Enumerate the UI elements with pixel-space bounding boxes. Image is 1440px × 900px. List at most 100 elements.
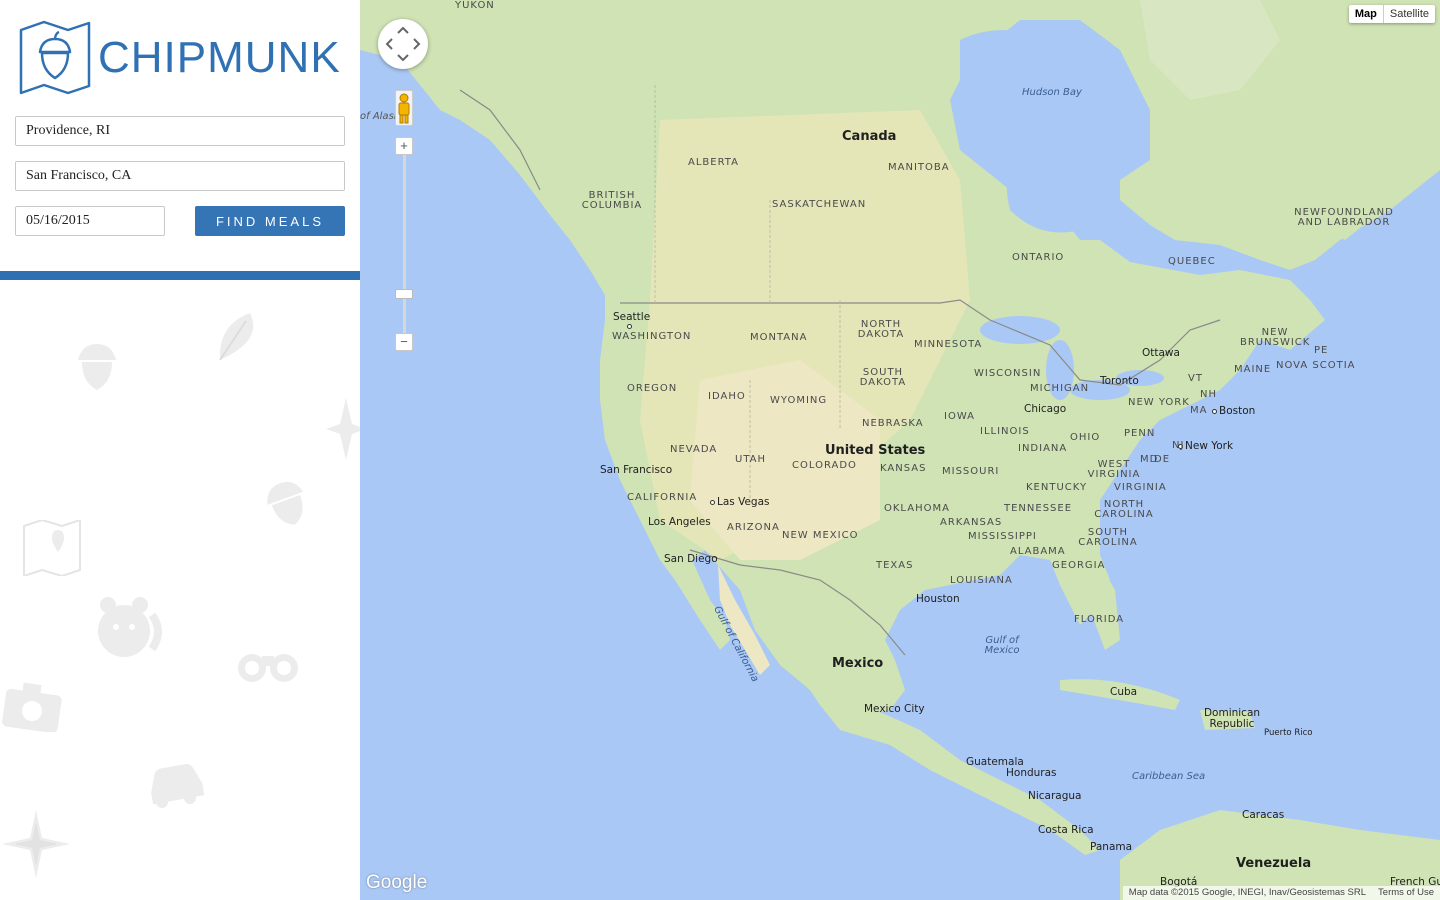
map-type-satellite-button[interactable]: Satellite [1384, 5, 1435, 23]
label-yukon: YUKON [455, 0, 495, 11]
terms-of-use-link[interactable]: Terms of Use [1378, 887, 1434, 899]
attribution-text: Map data ©2015 Google, INEGI, Inav/Geosi… [1128, 887, 1367, 898]
label-iowa: IOWA [944, 411, 976, 422]
label-dominican-republic: Dominican Republic [1203, 707, 1261, 730]
camera-icon [2, 682, 62, 732]
label-nevada: NEVADA [670, 444, 718, 455]
google-logo: Google [366, 872, 428, 893]
map-type-map-button[interactable]: Map [1349, 5, 1383, 23]
label-kentucky: KENTUCKY [1026, 482, 1088, 493]
label-toronto: Toronto [1100, 375, 1139, 387]
label-guatemala: Guatemala [966, 756, 1024, 768]
label-oklahoma: OKLAHOMA [884, 503, 950, 514]
label-united-states: United States [825, 443, 926, 458]
label-las-vegas: Las Vegas [710, 497, 770, 508]
label-washington: WASHINGTON [612, 331, 692, 342]
label-de: DE [1154, 454, 1171, 465]
pan-arrows-icon [385, 26, 421, 62]
car-icon [151, 764, 204, 808]
label-ohio: OHIO [1070, 432, 1101, 443]
pan-control[interactable] [378, 19, 428, 69]
label-missouri: MISSOURI [942, 466, 1000, 477]
label-north-carolina: NORTH CAROLINA [1094, 499, 1154, 520]
label-nebraska: NEBRASKA [862, 418, 924, 429]
label-kansas: KANSAS [880, 463, 927, 474]
label-seattle: Seattle [613, 312, 650, 329]
label-cuba: Cuba [1110, 686, 1138, 698]
label-los-angeles: Los Angeles [648, 516, 711, 528]
sidebar-divider [0, 271, 360, 280]
label-manitoba: MANITOBA [888, 162, 950, 173]
label-new-brunswick: NEW BRUNSWICK [1240, 327, 1311, 348]
sidebar: CHIPMUNK FIND MEALS [0, 0, 360, 900]
label-new-york-city: New York [1178, 441, 1233, 452]
acorn-icon [78, 344, 116, 390]
label-honduras: Honduras [1006, 767, 1057, 779]
chipmunk-icon [98, 597, 162, 657]
label-colorado: COLORADO [792, 460, 857, 471]
map-type-control: Map Satellite [1348, 5, 1435, 23]
label-costa-rica: Costa Rica [1038, 824, 1094, 836]
label-california: CALIFORNIA [627, 492, 698, 503]
label-vt: VT [1188, 373, 1203, 384]
label-chicago: Chicago [1024, 403, 1067, 415]
label-virginia: VIRGINIA [1114, 482, 1167, 493]
zoom-in-button[interactable]: + [395, 137, 413, 155]
label-tennessee: TENNESSEE [1004, 503, 1073, 514]
destination-input[interactable] [15, 161, 345, 191]
label-south-carolina: SOUTH CAROLINA [1078, 527, 1138, 548]
zoom-slider-track[interactable] [403, 155, 406, 335]
label-new-mexico: NEW MEXICO [782, 530, 859, 541]
label-utah: UTAH [735, 454, 767, 465]
acorn-map-icon [19, 20, 91, 95]
label-puerto-rico: Puerto Rico [1264, 728, 1313, 738]
label-mexico-city: Mexico City [864, 703, 925, 715]
label-alberta: ALBERTA [688, 157, 739, 168]
label-saskatchewan: SASKATCHEWAN [772, 199, 867, 210]
label-north-dakota: NORTH DAKOTA [857, 319, 905, 340]
street-view-pegman[interactable] [395, 90, 413, 126]
label-houston: Houston [916, 593, 960, 605]
label-mexico: Mexico [832, 656, 884, 671]
label-san-francisco: San Francisco [600, 464, 673, 476]
origin-input[interactable] [15, 116, 345, 146]
zoom-out-button[interactable]: − [395, 333, 413, 351]
label-boston: Boston [1212, 406, 1255, 417]
brand-name: CHIPMUNK [98, 33, 341, 82]
label-georgia: GEORGIA [1052, 560, 1106, 571]
app-root: CHIPMUNK FIND MEALS [0, 0, 1440, 900]
label-indiana: INDIANA [1018, 443, 1068, 454]
pegman-icon [398, 93, 410, 124]
label-hudson-bay: Hudson Bay [1022, 87, 1082, 98]
label-panama: Panama [1090, 841, 1133, 853]
label-nicaragua: Nicaragua [1028, 790, 1082, 802]
label-arkansas: ARKANSAS [940, 517, 1003, 528]
label-montana: MONTANA [750, 332, 808, 343]
label-nova-scotia: NOVA SCOTIA [1276, 360, 1356, 371]
map-view[interactable]: YUKON of Alask Hudson Bay Canada ALBERTA… [360, 0, 1440, 900]
label-caracas: Caracas [1242, 809, 1285, 821]
leaf-icon [219, 313, 254, 361]
label-illinois: ILLINOIS [980, 426, 1030, 437]
label-newfoundland: NEWFOUNDLAND AND LABRADOR [1294, 207, 1394, 228]
label-alabama: ALABAMA [1010, 546, 1066, 557]
label-maine: MAINE [1234, 364, 1272, 375]
label-new-york: NEW YORK [1128, 397, 1190, 408]
label-quebec: QUEBEC [1168, 256, 1216, 267]
zoom-slider-thumb[interactable] [395, 289, 413, 299]
label-san-diego: San Diego [664, 553, 718, 565]
label-penn: PENN [1124, 428, 1156, 439]
compass-star-partial-icon [326, 398, 360, 460]
find-meals-button[interactable]: FIND MEALS [195, 206, 345, 236]
label-west-virginia: WEST VIRGINIA [1087, 459, 1141, 480]
map-attribution: Map data ©2015 Google, INEGI, Inav/Geosi… [1122, 886, 1440, 900]
label-south-dakota: SOUTH DAKOTA [859, 367, 907, 388]
label-louisiana: LOUISIANA [950, 575, 1013, 586]
label-pe: PE [1314, 345, 1329, 356]
label-texas: TEXAS [876, 560, 914, 571]
background-doodles [0, 280, 360, 900]
label-caribbean-sea: Caribbean Sea [1132, 771, 1206, 782]
brand-logo[interactable]: CHIPMUNK [18, 20, 348, 96]
date-input[interactable] [15, 206, 165, 236]
label-florida: FLORIDA [1074, 614, 1125, 625]
